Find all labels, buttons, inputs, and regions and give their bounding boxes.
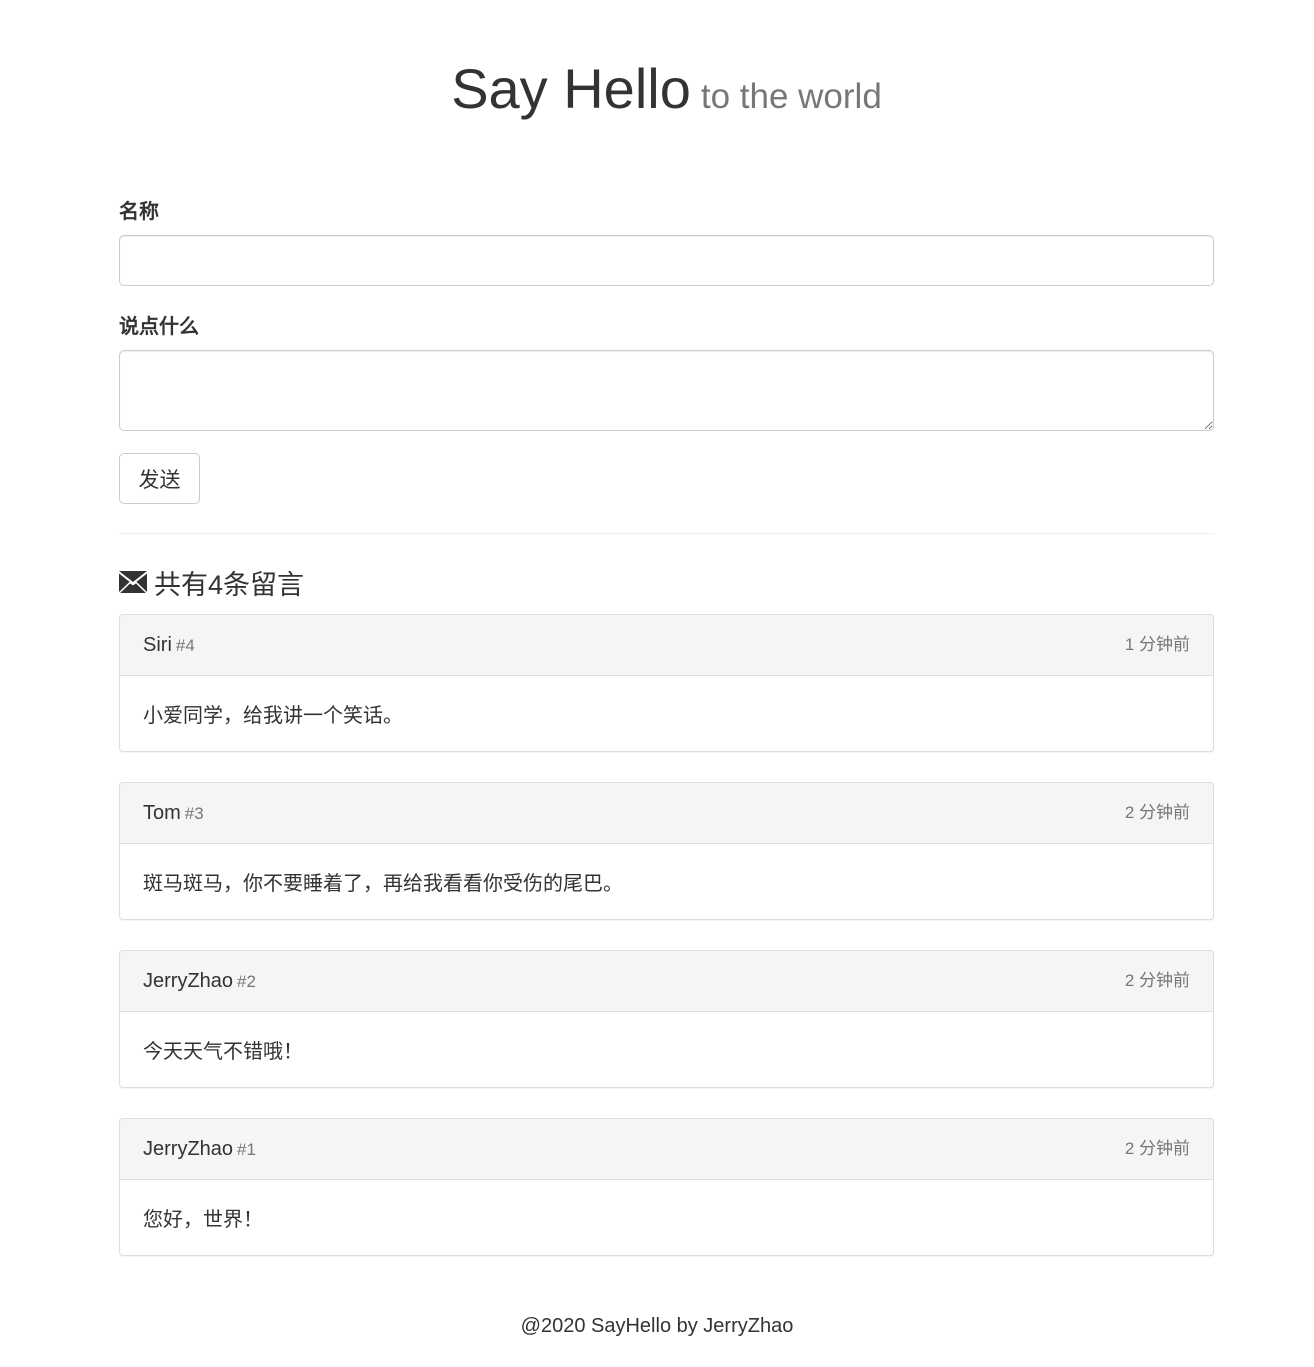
message-author: JerryZhao — [143, 1137, 234, 1160]
message-list: Siri #4 1 分钟前 小爱同学，给我讲一个笑话。 Tom #3 2 分钟前 斑… — [119, 614, 1214, 1256]
messages-heading: 共有4条留言 — [119, 564, 1214, 600]
message-author-block: JerryZhao #1 — [143, 1138, 256, 1161]
page-footer: @2020 SayHello by JerryZhao — [520, 1315, 794, 1337]
message-header: JerryZhao #1 2 分钟前 — [120, 1119, 1213, 1180]
message-label: 说点什么 — [119, 316, 199, 338]
message-body: 斑马斑马，你不要睡着了，再给我看看你受伤的尾巴。 — [143, 873, 623, 895]
message-timestamp: 1 分钟前 — [1124, 634, 1190, 654]
message-card: JerryZhao #1 2 分钟前 您好，世界！ — [119, 1118, 1214, 1256]
message-header: Siri #4 1 分钟前 — [120, 615, 1213, 676]
message-card: Tom #3 2 分钟前 斑马斑马，你不要睡着了，再给我看看你受伤的尾巴。 — [119, 782, 1214, 920]
name-label: 名称 — [119, 201, 159, 223]
message-author: JerryZhao — [143, 969, 234, 992]
message-author: Tom — [143, 801, 181, 824]
page-container: Say Hello to the world 名称 说点什么 发送 共有4条留言 … — [119, 0, 1214, 1286]
envelope-icon — [119, 571, 147, 593]
message-author: Siri — [143, 633, 172, 656]
divider — [119, 533, 1214, 534]
message-author-block: Siri #4 — [143, 634, 195, 657]
message-number: #3 — [184, 803, 204, 823]
message-timestamp: 2 分钟前 — [1124, 802, 1190, 822]
message-author-block: JerryZhao #2 — [143, 970, 256, 993]
page-title: Say Hello — [451, 57, 691, 120]
message-body: 小爱同学，给我讲一个笑话。 — [143, 705, 403, 727]
page-header: Say Hello to the world — [119, 56, 1214, 122]
message-number: #4 — [175, 635, 195, 655]
message-timestamp: 2 分钟前 — [1124, 1138, 1190, 1158]
message-author-block: Tom #3 — [143, 802, 204, 825]
message-number: #2 — [237, 971, 256, 991]
message-timestamp: 2 分钟前 — [1124, 970, 1190, 990]
message-body: 今天天气不错哦！ — [143, 1041, 303, 1063]
message-textarea[interactable] — [119, 350, 1214, 431]
message-card: JerryZhao #2 2 分钟前 今天天气不错哦！ — [119, 950, 1214, 1088]
send-button[interactable]: 发送 — [119, 453, 200, 504]
message-header: JerryZhao #2 2 分钟前 — [120, 951, 1213, 1012]
message-number: #1 — [237, 1139, 256, 1159]
message-header: Tom #3 2 分钟前 — [120, 783, 1213, 844]
page-subtitle: to the world — [700, 77, 882, 116]
message-body: 您好，世界！ — [143, 1209, 263, 1231]
name-input[interactable] — [119, 235, 1214, 286]
messages-count-text: 共有4条留言 — [154, 569, 305, 600]
message-card: Siri #4 1 分钟前 小爱同学，给我讲一个笑话。 — [119, 614, 1214, 752]
message-form: 名称 说点什么 发送 — [119, 195, 1214, 504]
